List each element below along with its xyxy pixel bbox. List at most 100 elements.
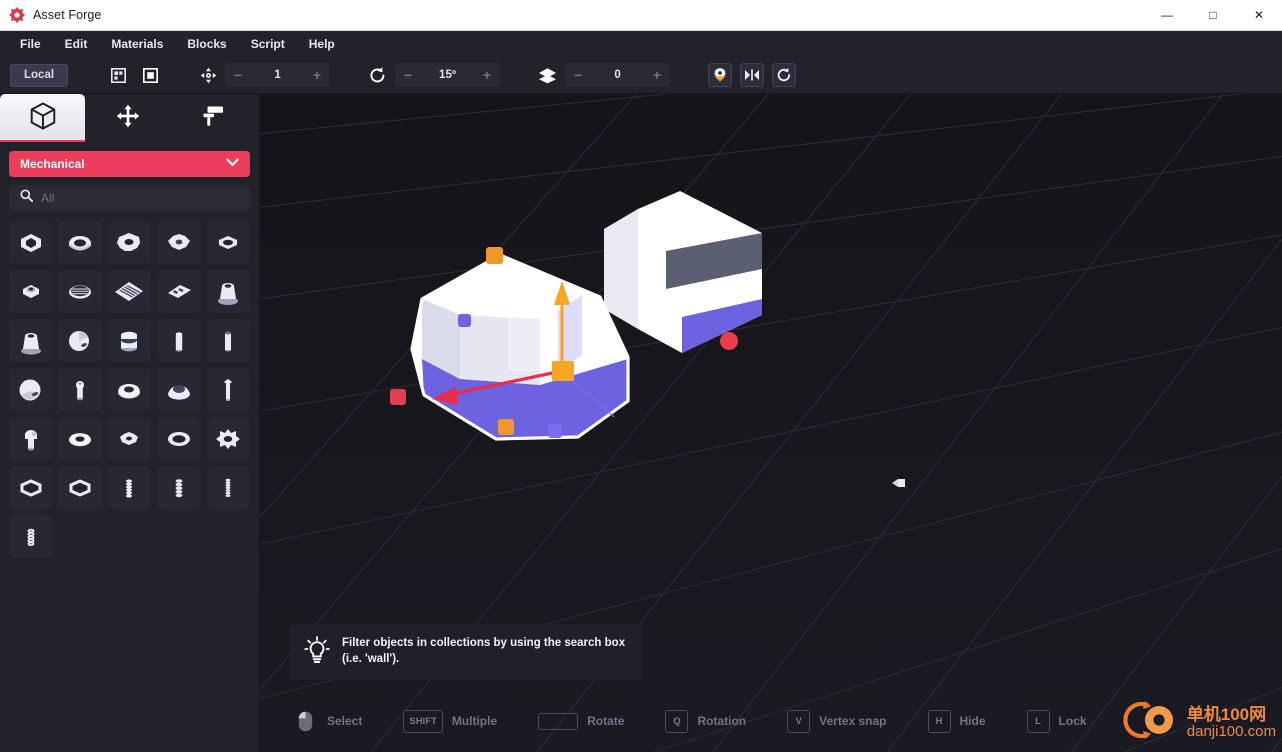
shortcut-label: Rotate xyxy=(587,714,625,728)
move-snap-decrement[interactable]: − xyxy=(234,68,242,82)
shortcut-label: Lock xyxy=(1058,714,1087,728)
tab-materials[interactable] xyxy=(170,94,255,142)
asset-thumb-pipe-flange-short[interactable] xyxy=(9,319,53,362)
key-H: H xyxy=(927,709,951,733)
move-snap-stepper[interactable]: − 1 + xyxy=(225,63,331,87)
asset-thumb-rod-thin[interactable] xyxy=(157,319,201,362)
asset-thumb-rod-thick[interactable] xyxy=(206,319,250,362)
shortcut-label: Rotation xyxy=(697,714,747,728)
panel-content: Mechanical xyxy=(0,142,259,752)
asset-thumb-grate-panel-small[interactable] xyxy=(157,270,201,313)
vertex-handle-marker[interactable] xyxy=(892,476,908,490)
model-block-back xyxy=(604,191,762,353)
shortcut-label: Hide xyxy=(959,714,986,728)
asset-grid xyxy=(9,221,250,568)
tab-transform[interactable] xyxy=(85,94,170,142)
tip-box: Filter objects in collections by using t… xyxy=(290,624,642,680)
asset-thumb-hex-nut-ring[interactable] xyxy=(58,221,102,264)
object-bounds-icon[interactable] xyxy=(138,63,162,87)
move-arrows-icon xyxy=(116,104,140,133)
asset-thumb-threaded-rod-short[interactable] xyxy=(107,466,152,509)
asset-thumb-sphere-cut[interactable] xyxy=(58,319,102,362)
mouse-wheel-key xyxy=(538,712,579,730)
asset-thumb-grate-panel-large[interactable] xyxy=(107,270,152,313)
menu-blocks[interactable]: Blocks xyxy=(175,34,238,54)
shortcut-hide: H Hide xyxy=(927,709,986,733)
asset-browser-panel: Mechanical xyxy=(0,94,260,752)
viewport-3d[interactable]: Filter objects in collections by using t… xyxy=(260,94,1282,752)
asset-thumb-screw-long[interactable] xyxy=(206,368,250,411)
asset-thumb-hex-ring-open[interactable] xyxy=(9,466,53,509)
asset-thumb-grate-round[interactable] xyxy=(58,270,102,313)
mouse-left-click-icon xyxy=(293,710,318,733)
asset-thumb-hex-bolt-head[interactable] xyxy=(9,270,53,313)
layer-stepper[interactable]: − 0 + xyxy=(565,63,671,87)
key-L: L xyxy=(1026,709,1050,733)
panel-tabs xyxy=(0,94,259,142)
collection-name: Mechanical xyxy=(20,157,85,171)
asset-thumb-hex-nut-flat[interactable] xyxy=(9,221,53,264)
asset-thumb-dome-cap[interactable] xyxy=(157,368,201,411)
asset-thumb-gear-nut[interactable] xyxy=(107,221,152,264)
asset-thumb-threaded-rod-coarse[interactable] xyxy=(157,466,201,509)
asset-thumb-sphere-ring[interactable] xyxy=(9,368,53,411)
asset-thumb-ring-torus[interactable] xyxy=(157,417,201,460)
menu-edit[interactable]: Edit xyxy=(53,34,100,54)
layer-decrement[interactable]: − xyxy=(574,68,582,82)
asset-thumb-washer-flat[interactable] xyxy=(58,417,102,460)
menu-help[interactable]: Help xyxy=(297,34,347,54)
asset-thumb-hex-ring-open-2[interactable] xyxy=(58,466,102,509)
move-snap-icon xyxy=(200,67,217,84)
watermark-en: danji100.com xyxy=(1186,722,1276,740)
mirror-icon[interactable] xyxy=(740,63,765,87)
asset-thumb-star-washer[interactable] xyxy=(206,417,250,460)
asset-thumb-pipe-flange-tall[interactable] xyxy=(206,270,250,313)
close-button[interactable]: ✕ xyxy=(1236,0,1282,31)
shortcut-vertex-snap: V Vertex snap xyxy=(787,709,887,733)
collection-dropdown[interactable]: Mechanical xyxy=(9,151,250,177)
model-selection[interactable] xyxy=(390,189,810,509)
asset-thumb-pin-round[interactable] xyxy=(58,368,102,411)
layer-increment[interactable]: + xyxy=(653,68,661,82)
asset-thumb-threaded-rod-fine[interactable] xyxy=(206,466,250,509)
rotate-snap-icon xyxy=(368,66,387,85)
tip-text: Filter objects in collections by using t… xyxy=(342,637,626,665)
grid-snap-icon[interactable] xyxy=(106,63,130,87)
shortcut-lock: L Lock xyxy=(1026,709,1087,733)
chevron-down-icon xyxy=(226,158,239,170)
space-mode-button[interactable]: Local xyxy=(10,63,69,87)
menubar: File Edit Materials Blocks Script Help xyxy=(0,31,1282,57)
shortcut-select: Select xyxy=(293,710,362,733)
reset-rotation-icon[interactable] xyxy=(772,63,797,87)
shortcut-rotate: Rotate xyxy=(538,712,625,730)
asset-forge-window: Asset Forge — □ ✕ File Edit Materials Bl… xyxy=(0,0,1282,752)
rotate-snap-stepper[interactable]: − 15º + xyxy=(395,63,501,87)
layers-icon xyxy=(538,67,557,84)
asset-thumb-cylinder-segment[interactable] xyxy=(107,319,152,362)
toolbar: Local − 1 + − 15º + − 0 + xyxy=(0,57,1282,94)
tab-blocks[interactable] xyxy=(0,94,85,142)
rotate-snap-decrement[interactable]: − xyxy=(404,68,412,82)
menu-script[interactable]: Script xyxy=(239,34,297,54)
asset-thumb-gear-small[interactable] xyxy=(157,221,201,264)
asset-search-box[interactable] xyxy=(9,185,250,211)
minimize-button[interactable]: — xyxy=(1144,0,1190,31)
shortcut-label: Vertex snap xyxy=(819,714,887,728)
shortcut-label: Select xyxy=(327,714,363,728)
asset-thumb-sprocket-small[interactable] xyxy=(107,417,152,460)
move-snap-increment[interactable]: + xyxy=(313,68,321,82)
pivot-point-icon[interactable] xyxy=(708,63,733,87)
app-logo-icon xyxy=(9,7,25,23)
workspace: Mechanical All Filter objects in collect… xyxy=(0,94,1282,752)
asset-thumb-spring-coil[interactable] xyxy=(9,515,53,558)
asset-thumb-hex-nut-thin[interactable] xyxy=(206,221,250,264)
search-input[interactable] xyxy=(41,191,239,205)
asset-thumb-washer-thick[interactable] xyxy=(107,368,152,411)
menu-file[interactable]: File xyxy=(8,34,53,54)
rotate-snap-increment[interactable]: + xyxy=(483,68,491,82)
asset-thumb-screw-head[interactable] xyxy=(9,417,53,460)
paint-roller-icon xyxy=(201,104,225,133)
watermark: 单机100网 danji100.com xyxy=(1121,697,1276,748)
maximize-button[interactable]: □ xyxy=(1190,0,1236,31)
menu-materials[interactable]: Materials xyxy=(99,34,175,54)
